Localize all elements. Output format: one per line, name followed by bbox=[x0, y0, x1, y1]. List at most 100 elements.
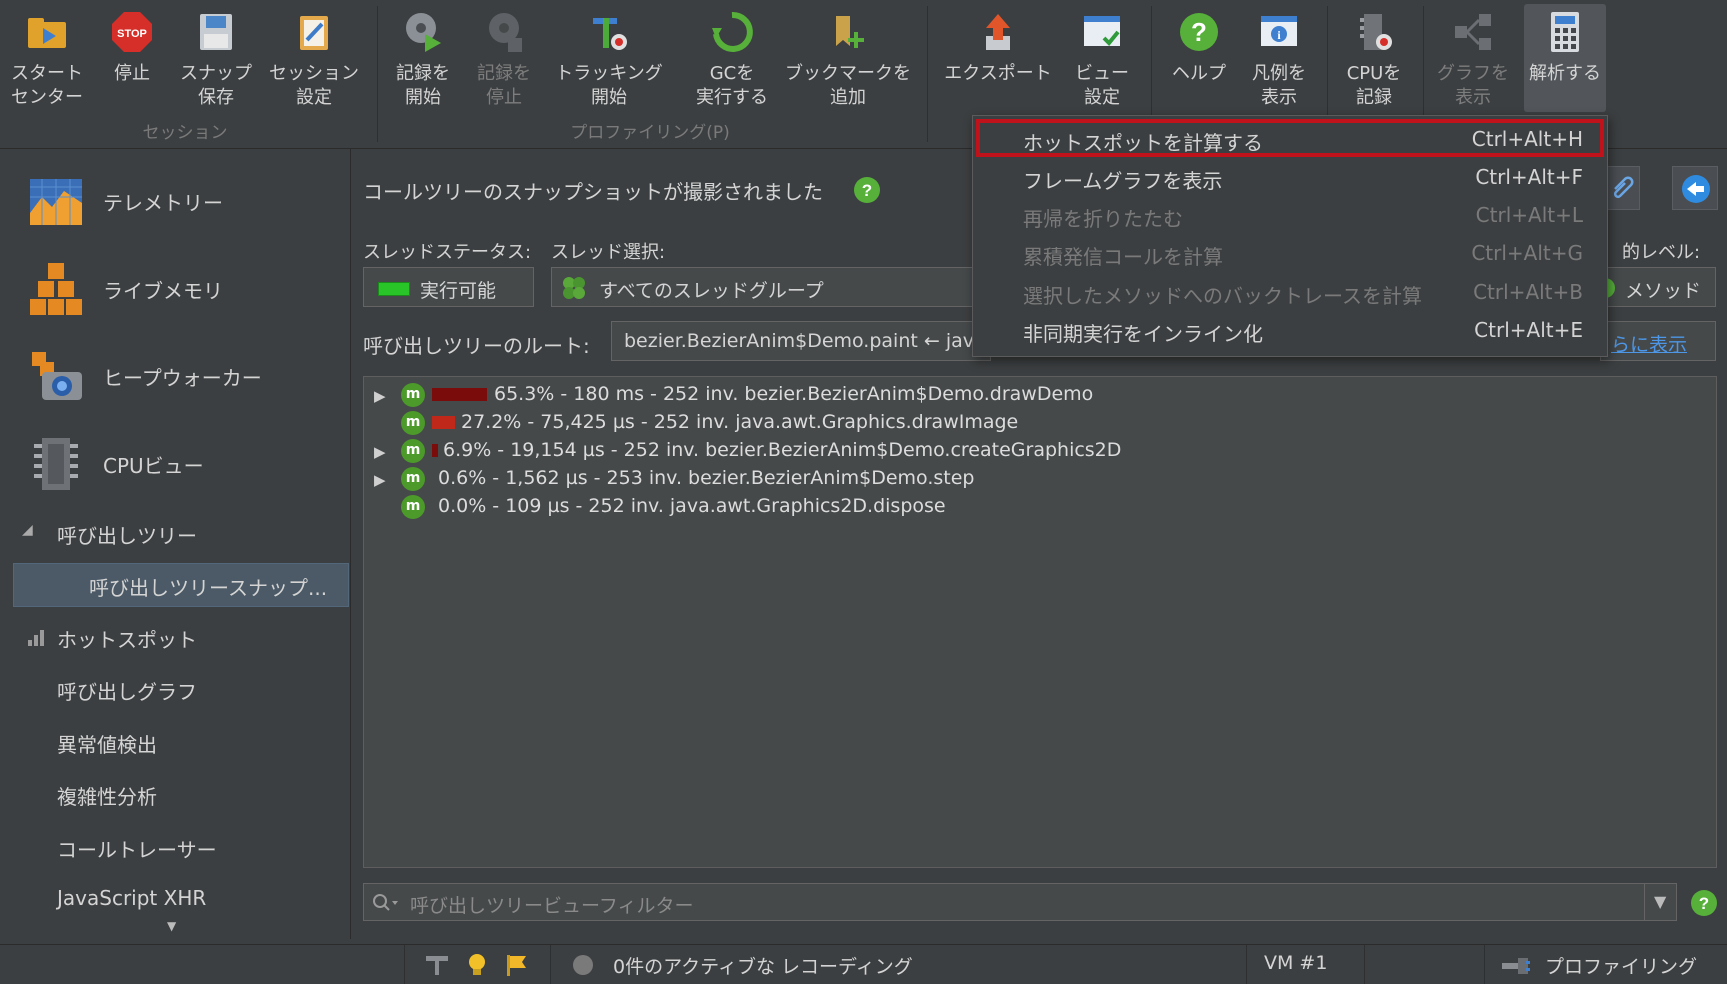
profiling-group-label: プロファイリング(P) bbox=[570, 123, 730, 143]
stop-label: 停止 bbox=[114, 63, 150, 84]
menu-item-shortcut: Ctrl+Alt+B bbox=[1473, 280, 1583, 304]
thread-status-dropdown[interactable]: 実行可能 bbox=[363, 267, 534, 307]
menu-item-label: 再帰を折りたたむ bbox=[1023, 207, 1183, 231]
filter-placeholder: 呼び出しツリービューフィルター bbox=[410, 895, 694, 917]
tree-row-text: 27.2% - 75,425 µs - 252 inv. java.awt.Gr… bbox=[461, 411, 1019, 433]
expand-arrow-icon[interactable]: ▶ bbox=[374, 387, 386, 405]
menu-item-shortcut: Ctrl+Alt+E bbox=[1474, 318, 1583, 342]
stop-button[interactable]: STOP 停止 bbox=[96, 4, 168, 112]
help-button[interactable]: ? ヘルプ bbox=[1160, 4, 1238, 112]
help-label: ヘルプ bbox=[1172, 63, 1226, 84]
start-center-label: スタート センター bbox=[11, 63, 83, 108]
export-button[interactable]: エクスポート bbox=[938, 4, 1058, 112]
tree-row[interactable]: ▶ m 65.3% - 180 ms - 252 inv. bezier.Bez… bbox=[364, 381, 1464, 409]
sidebar-item-label: ヒープウォーカー bbox=[103, 366, 262, 390]
percent-bar bbox=[432, 444, 438, 457]
collapse-arrow-icon[interactable]: ◢ bbox=[22, 522, 33, 538]
sidebar-item-heap-walker[interactable]: ヒープウォーカー bbox=[0, 336, 350, 416]
sidebar-item-telemetry[interactable]: テレメトリー bbox=[0, 161, 350, 241]
tree-row[interactable]: m 0.0% - 109 µs - 252 inv. java.awt.Grap… bbox=[364, 493, 1464, 521]
tree-row-text: 65.3% - 180 ms - 252 inv. bezier.BezierA… bbox=[494, 383, 1094, 405]
back-button[interactable] bbox=[1672, 166, 1718, 210]
sidebar-section-call-tree[interactable]: 呼び出しツリー bbox=[57, 520, 197, 549]
session-settings-label: セッション 設定 bbox=[269, 63, 359, 108]
filter-help-icon[interactable]: ? bbox=[1690, 889, 1718, 917]
show-graph-button[interactable]: グラフを 表示 bbox=[1434, 4, 1512, 112]
method-icon: m bbox=[401, 495, 425, 519]
start-recording-button[interactable]: 記録を 開始 bbox=[387, 4, 459, 112]
svg-text:?: ? bbox=[1699, 894, 1709, 913]
back-arrow-icon bbox=[1682, 175, 1710, 203]
menu-item-cumulative-outgoing-calls[interactable]: 累積発信コールを計算 Ctrl+Alt+G bbox=[973, 234, 1607, 272]
hammer-icon[interactable] bbox=[424, 954, 450, 976]
expand-arrow-icon[interactable]: ▶ bbox=[374, 443, 386, 461]
record-cpu-button[interactable]: CPUを 記録 bbox=[1336, 4, 1412, 112]
sidebar-item-call-tree-snapshot[interactable]: 呼び出しツリースナップ... bbox=[89, 572, 327, 601]
menu-item-backtrace-to-method[interactable]: 選択したメソッドへのバックトレースを計算 Ctrl+Alt+B bbox=[973, 273, 1607, 311]
save-snapshot-label: スナップ 保存 bbox=[180, 63, 252, 108]
menu-item-inline-async-execution[interactable]: 非同期実行をインライン化 Ctrl+Alt+E bbox=[973, 311, 1607, 349]
aggregation-level-label: 的レベル: bbox=[1622, 242, 1701, 263]
telemetry-icon bbox=[30, 179, 82, 225]
show-more-link[interactable]: らに表示 bbox=[1611, 330, 1687, 357]
export-label: エクスポート bbox=[944, 63, 1052, 84]
save-snapshot-icon bbox=[200, 14, 232, 50]
thread-select-value: すべてのスレッドグループ bbox=[599, 280, 824, 302]
flag-icon[interactable] bbox=[504, 953, 528, 977]
sidebar-item-label: テレメトリー bbox=[103, 191, 223, 215]
session-settings-icon bbox=[300, 16, 328, 50]
export-icon bbox=[986, 14, 1010, 50]
start-recording-label: 記録を 開始 bbox=[396, 63, 450, 108]
scroll-down-icon[interactable]: ▼ bbox=[167, 919, 176, 933]
sidebar-item-hotspots[interactable]: ホットスポット bbox=[57, 624, 197, 653]
filter-dropdown-arrow-icon[interactable]: ▼ bbox=[1654, 892, 1666, 911]
method-icon: m bbox=[401, 439, 425, 463]
sidebar-item-javascript-xhr[interactable]: JavaScript XHR bbox=[57, 886, 206, 910]
paperclip-button[interactable] bbox=[1606, 166, 1640, 210]
method-icon: m bbox=[401, 467, 425, 491]
start-center-button[interactable]: スタート センター bbox=[6, 4, 88, 112]
live-memory-icon bbox=[30, 263, 82, 315]
expand-arrow-icon[interactable]: ▶ bbox=[374, 471, 386, 489]
show-legend-button[interactable]: i 凡例を 表示 bbox=[1243, 4, 1315, 112]
stop-recording-label: 記録を 停止 bbox=[477, 63, 531, 108]
record-cpu-label: CPUを 記録 bbox=[1346, 63, 1402, 108]
aggregation-level-dropdown[interactable]: メソッド bbox=[1592, 267, 1716, 307]
stop-recording-button[interactable]: 記録を 停止 bbox=[468, 4, 540, 112]
active-recordings-text: 0件のアクティブな レコーディング bbox=[613, 956, 913, 978]
tree-row[interactable]: m 27.2% - 75,425 µs - 252 inv. java.awt.… bbox=[364, 409, 1464, 437]
sidebar-item-outlier-detection[interactable]: 異常値検出 bbox=[57, 729, 157, 758]
recording-indicator-icon bbox=[573, 955, 593, 975]
tree-row[interactable]: ▶ m 6.9% - 19,154 µs - 252 inv. bezier.B… bbox=[364, 437, 1464, 465]
view-settings-button[interactable]: ビュー 設定 bbox=[1066, 4, 1138, 112]
run-gc-button[interactable]: GCを 実行する bbox=[684, 4, 780, 112]
sidebar-item-call-tracer[interactable]: コールトレーサー bbox=[57, 834, 217, 863]
save-snapshot-button[interactable]: スナップ 保存 bbox=[176, 4, 256, 112]
page-title: コールツリーのスナップショットが撮影されました bbox=[363, 180, 823, 204]
start-tracking-button[interactable]: トラッキング 開始 bbox=[548, 4, 670, 112]
view-settings-label: ビュー 設定 bbox=[1075, 63, 1129, 108]
tree-row-text: 0.0% - 109 µs - 252 inv. java.awt.Graphi… bbox=[438, 495, 946, 517]
sidebar-item-live-memory[interactable]: ライブメモリ bbox=[0, 249, 350, 329]
analyze-label: 解析する bbox=[1529, 63, 1601, 84]
help-icon[interactable]: ? bbox=[853, 176, 881, 204]
sidebar-item-call-graph[interactable]: 呼び出しグラフ bbox=[57, 676, 197, 705]
menu-item-fold-recursion[interactable]: 再帰を折りたたむ Ctrl+Alt+L bbox=[973, 196, 1607, 234]
analyze-dropdown-menu: ホットスポットを計算する Ctrl+Alt+H フレームグラフを表示 Ctrl+… bbox=[972, 115, 1608, 357]
run-gc-label: GCを 実行する bbox=[696, 63, 768, 108]
analyze-button[interactable]: 解析する bbox=[1524, 4, 1606, 112]
call-tree-filter[interactable]: 呼び出しツリービューフィルター ▼ bbox=[363, 883, 1677, 921]
tree-row[interactable]: ▶ m 0.6% - 1,562 µs - 253 inv. bezier.Be… bbox=[364, 465, 1464, 493]
show-graph-icon bbox=[1455, 14, 1491, 50]
show-more-container: らに表示 bbox=[1600, 321, 1716, 361]
thread-select-label: スレッド選択: bbox=[551, 242, 666, 263]
menu-item-show-flame-graph[interactable]: フレームグラフを表示 Ctrl+Alt+F bbox=[973, 158, 1607, 196]
lightbulb-icon[interactable] bbox=[466, 953, 488, 977]
thread-select-dropdown[interactable]: すべてのスレッドグループ bbox=[551, 267, 981, 307]
add-bookmark-button[interactable]: ブックマークを 追加 bbox=[782, 4, 914, 112]
session-settings-button[interactable]: セッション 設定 bbox=[264, 4, 364, 112]
sidebar-item-cpu-view[interactable]: CPUビュー bbox=[0, 424, 350, 504]
method-icon: m bbox=[401, 383, 425, 407]
sidebar-item-complexity-analysis[interactable]: 複雑性分析 bbox=[57, 781, 157, 810]
root-path-field[interactable]: bezier.BezierAnim$Demo.paint ← java bbox=[611, 321, 991, 361]
